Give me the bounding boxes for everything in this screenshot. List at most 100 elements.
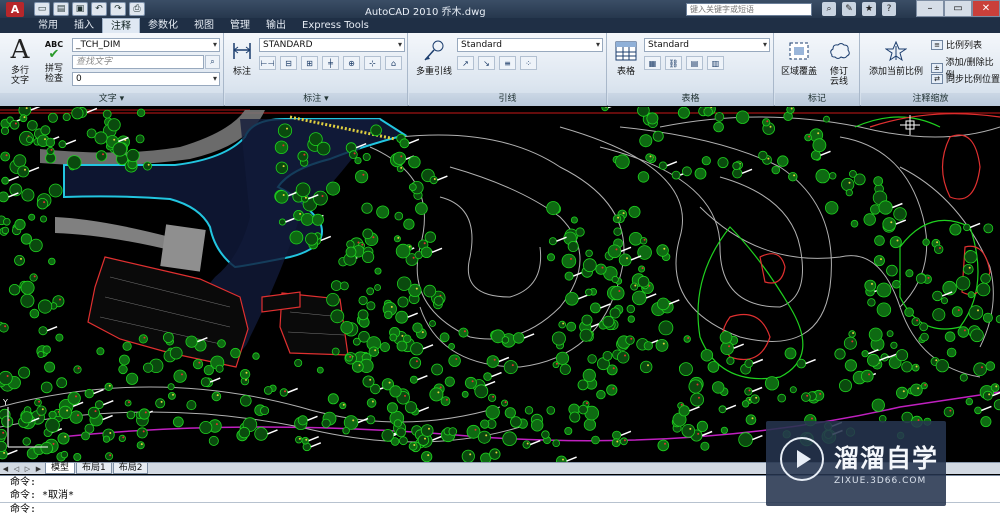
drawing-canvas[interactable]: Y: [0, 107, 1000, 462]
tab-annotate[interactable]: 注释: [102, 18, 140, 33]
tree-symbol: [719, 331, 733, 344]
upload-data-icon[interactable]: ▥: [707, 56, 724, 70]
find-replace-icon[interactable]: ⌕: [205, 55, 220, 69]
tree-center-dot: [474, 428, 477, 431]
revision-cloud-button[interactable]: 修订 云线: [823, 37, 855, 87]
tree-label-tick: [645, 293, 657, 299]
prev-layout-icon[interactable]: ◁: [11, 464, 22, 474]
new-file-icon[interactable]: ▭: [34, 2, 50, 16]
markup-panel-title[interactable]: 标记: [775, 93, 859, 106]
inspect-icon[interactable]: ⌂: [385, 56, 402, 70]
continue-dim-icon[interactable]: ⊢⊣: [259, 56, 276, 70]
first-layout-icon[interactable]: ◀: [0, 464, 11, 474]
add-current-scale-button[interactable]: 添加当前比例: [865, 37, 927, 77]
tab-model[interactable]: 模型: [45, 463, 76, 474]
spell-check-button[interactable]: ABC ✔ 拼写 检查: [40, 38, 68, 84]
print-icon[interactable]: ⎙: [129, 2, 145, 16]
download-data-icon[interactable]: ▤: [686, 56, 703, 70]
last-layout-icon[interactable]: ▶: [33, 464, 44, 474]
multileader-button[interactable]: 多重引线: [413, 37, 455, 77]
remove-leader-icon[interactable]: ↘: [478, 56, 495, 70]
wipeout-button[interactable]: 区域覆盖: [779, 37, 819, 77]
minimize-icon[interactable]: –: [916, 0, 944, 17]
text-panel-title[interactable]: 文字 ▾: [0, 93, 223, 106]
tab-home[interactable]: 常用: [30, 18, 66, 33]
tree-symbol: [677, 107, 690, 119]
ribbon: A 多行 文字 ABC✔ 拼写 检查 _TCH_DIM 查找文字 ⌕ 0 文字 …: [0, 33, 1000, 106]
sync-scale-positions-button[interactable]: ⇄ 同步比例位置: [931, 72, 1000, 85]
dim-space-icon[interactable]: ⊞: [301, 56, 318, 70]
text-height-select[interactable]: 0: [72, 72, 220, 86]
tree-symbol: [968, 305, 984, 320]
tab-output[interactable]: 输出: [258, 18, 294, 33]
table-button[interactable]: 表格: [612, 37, 640, 77]
tab-insert[interactable]: 插入: [66, 18, 102, 33]
table-panel-title[interactable]: 表格: [608, 93, 773, 106]
tree-symbol: [970, 328, 984, 343]
close-icon[interactable]: ✕: [972, 0, 1000, 17]
tree-label-tick: [320, 235, 332, 242]
tree-center-dot: [4, 325, 7, 328]
next-layout-icon[interactable]: ▷: [22, 464, 33, 474]
dim-break-icon[interactable]: ╪: [322, 56, 339, 70]
favorites-star-icon[interactable]: ★: [862, 2, 876, 16]
communication-center-icon[interactable]: ✎: [842, 2, 856, 16]
find-text-input[interactable]: 查找文字: [72, 55, 204, 69]
annotation-scale-icon: [865, 37, 927, 65]
tree-symbol: [433, 295, 444, 306]
text-style-select[interactable]: _TCH_DIM: [72, 38, 220, 52]
dimension-panel-title[interactable]: 标注 ▾: [225, 93, 407, 106]
tab-layout1[interactable]: 布局1: [76, 463, 112, 474]
tree-center-dot: [555, 362, 558, 365]
tree-symbol: [575, 227, 585, 237]
baseline-dim-icon[interactable]: ⊟: [280, 56, 297, 70]
tree-symbol: [694, 167, 707, 180]
align-leaders-icon[interactable]: ≡: [499, 56, 516, 70]
tree-center-dot: [562, 322, 565, 325]
center-mark-icon[interactable]: ⊹: [364, 56, 381, 70]
application-menu-button[interactable]: A: [0, 0, 30, 18]
dimension-style-select[interactable]: STANDARD: [259, 38, 405, 52]
leader-panel-title[interactable]: 引线: [409, 93, 606, 106]
tree-center-dot: [77, 367, 80, 370]
table-style-select[interactable]: Standard: [644, 38, 770, 52]
tree-symbol: [849, 170, 857, 178]
tree-center-dot: [144, 411, 147, 414]
tree-center-dot: [647, 364, 649, 367]
binoculars-icon[interactable]: ⌕: [822, 2, 836, 16]
collect-leaders-icon[interactable]: ⁘: [520, 56, 537, 70]
tree-symbol: [21, 188, 35, 202]
tab-manage[interactable]: 管理: [222, 18, 258, 33]
tab-layout2[interactable]: 布局2: [112, 463, 149, 474]
open-folder-icon[interactable]: ▤: [53, 2, 69, 16]
tolerance-icon[interactable]: ⊕: [343, 56, 360, 70]
tree-symbol: [20, 280, 35, 295]
multiline-text-button[interactable]: A 多行 文字: [4, 36, 36, 86]
link-data-icon[interactable]: ⛓: [665, 56, 682, 70]
tree-symbol: [362, 375, 375, 388]
add-leader-icon[interactable]: ↗: [457, 56, 474, 70]
tree-center-dot: [390, 305, 393, 308]
extract-data-icon[interactable]: ▦: [644, 56, 661, 70]
tab-parametric[interactable]: 参数化: [140, 18, 186, 33]
tab-express-tools[interactable]: Express Tools: [294, 18, 377, 33]
annotation-scaling-panel-title[interactable]: 注释缩放: [861, 93, 1000, 106]
undo-icon[interactable]: ↶: [91, 2, 107, 16]
tree-symbol: [45, 417, 60, 433]
tree-symbol: [890, 341, 898, 349]
help-icon[interactable]: ?: [882, 2, 896, 16]
save-icon[interactable]: ▣: [72, 2, 88, 16]
tree-symbol: [718, 405, 727, 414]
linear-dimension-button[interactable]: 标注: [229, 37, 255, 77]
help-search-input[interactable]: 键入关键字或短语: [686, 3, 812, 16]
scale-list-button[interactable]: ≡ 比例列表: [931, 38, 982, 51]
tree-symbol: [56, 377, 68, 389]
multileader-style-select[interactable]: Standard: [457, 38, 603, 52]
redo-icon[interactable]: ↷: [110, 2, 126, 16]
maximize-icon[interactable]: ▭: [944, 0, 972, 17]
tree-center-dot: [401, 334, 404, 337]
tree-symbol: [889, 236, 902, 249]
revcloud-label-2: 云线: [829, 77, 848, 87]
tree-symbol: [345, 246, 357, 258]
tab-view[interactable]: 视图: [186, 18, 222, 33]
